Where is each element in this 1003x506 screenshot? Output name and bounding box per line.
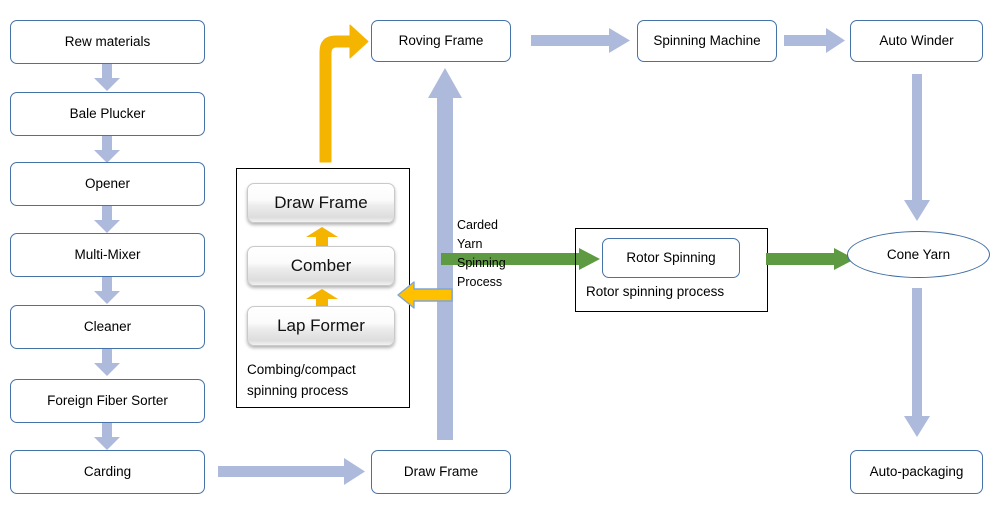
process-box-spinning-machine[interactable]: Spinning Machine <box>637 20 777 62</box>
arrow-curved-combing-to-roving-frame <box>319 24 369 163</box>
combing-step-label: Comber <box>290 256 352 275</box>
process-box-roving-frame[interactable]: Roving Frame <box>371 20 511 62</box>
arrow-down-cone-yarn-to-auto-packaging <box>904 288 930 437</box>
process-box-carding[interactable]: Carding <box>10 450 205 494</box>
process-box-label: Auto Winder <box>879 33 954 49</box>
combing-step-label: Lap Former <box>277 316 365 335</box>
process-box-foreign-fiber-sorter[interactable]: Foreign Fiber Sorter <box>10 379 205 423</box>
process-box-label: Bale Plucker <box>69 106 146 122</box>
arrow-down-multi-mixer-to-cleaner <box>94 277 120 304</box>
process-box-label: Rotor Spinning <box>626 250 716 266</box>
process-box-cleaner[interactable]: Cleaner <box>10 305 205 349</box>
arrow-down-foreign-fiber-sorter-to-carding <box>94 423 120 450</box>
process-box-rotor-spinning[interactable]: Rotor Spinning <box>602 238 740 278</box>
rotor-spinning-group-caption: Rotor spinning process <box>586 284 725 299</box>
arrow-down-opener-to-multi-mixer <box>94 206 120 233</box>
process-box-label: Draw Frame <box>403 464 479 480</box>
arrow-right-rotor-spinning-to-cone-yarn <box>766 248 855 270</box>
arrow-down-auto-winder-to-cone-yarn <box>904 74 930 221</box>
output-cone-yarn[interactable]: Cone Yarn <box>847 231 990 278</box>
combing-step-label: Draw Frame <box>274 193 368 212</box>
output-label: Cone Yarn <box>886 247 951 262</box>
process-box-label: Auto-packaging <box>869 464 964 480</box>
arrow-down-cleaner-to-foreign-fiber-sorter <box>94 349 120 376</box>
process-box-label: Roving Frame <box>398 33 484 49</box>
process-flow-diagram: Rew materials Bale Plucker Opener Multi-… <box>0 0 1003 506</box>
process-box-rew-materials[interactable]: Rew materials <box>10 20 205 64</box>
process-box-multi-mixer[interactable]: Multi-Mixer <box>10 233 205 277</box>
process-box-label: Cleaner <box>83 319 132 335</box>
combing-step-comber[interactable]: Comber <box>247 246 395 286</box>
process-box-label: Spinning Machine <box>653 33 761 49</box>
arrow-right-carding-to-draw-frame <box>218 458 365 485</box>
arrow-left-into-combing-group <box>397 281 453 309</box>
process-box-label: Foreign Fiber Sorter <box>47 393 168 409</box>
process-box-opener[interactable]: Opener <box>10 162 205 206</box>
combing-step-draw-frame[interactable]: Draw Frame <box>247 183 395 223</box>
arrow-up-comber-to-draw-frame <box>306 227 338 248</box>
process-box-draw-frame-bottom[interactable]: Draw Frame <box>371 450 511 494</box>
arrow-down-bale-to-opener <box>94 136 120 163</box>
combing-step-lap-former[interactable]: Lap Former <box>247 306 395 346</box>
process-box-label: Carding <box>83 464 132 480</box>
arrow-down-rew-to-bale <box>94 64 120 91</box>
combing-group-caption: Combing/compact spinning process <box>247 362 356 398</box>
process-box-label: Opener <box>84 176 131 192</box>
carded-yarn-process-label: Carded Yarn Spinning Process <box>457 218 506 289</box>
process-box-auto-packaging[interactable]: Auto-packaging <box>850 450 983 494</box>
process-box-label: Rew materials <box>64 34 151 50</box>
process-box-bale-plucker[interactable]: Bale Plucker <box>10 92 205 136</box>
arrow-right-roving-frame-to-spinning-machine <box>531 28 630 53</box>
process-box-auto-winder[interactable]: Auto Winder <box>850 20 983 62</box>
process-box-label: Multi-Mixer <box>74 247 141 263</box>
arrow-right-spinning-machine-to-auto-winder <box>784 28 845 53</box>
